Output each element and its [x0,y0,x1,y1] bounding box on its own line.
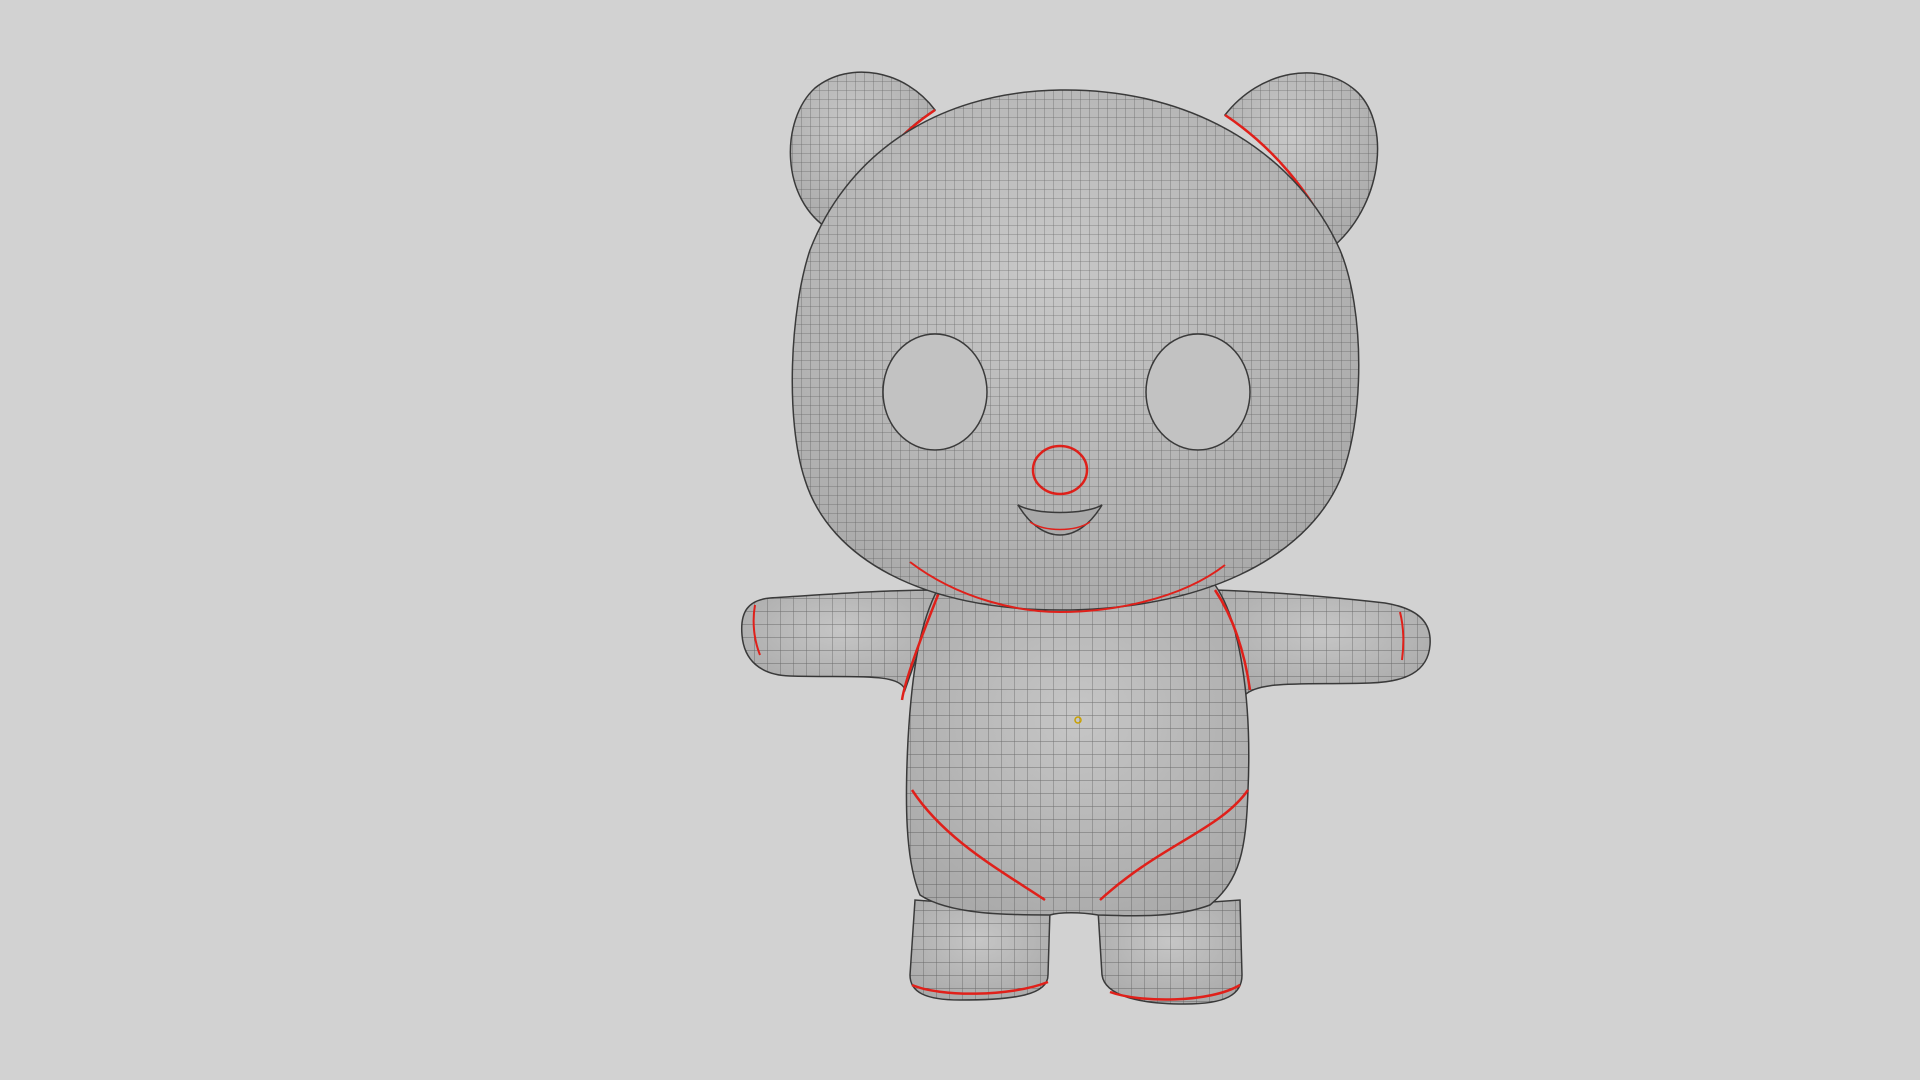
nose[interactable] [1031,444,1089,496]
viewport-canvas[interactable] [0,0,1920,1080]
3d-viewport[interactable] [0,0,1920,1080]
head[interactable] [791,89,1360,614]
right-eye-socket[interactable] [1145,333,1251,451]
body[interactable] [900,584,1252,917]
left-eye-socket[interactable] [882,333,988,451]
